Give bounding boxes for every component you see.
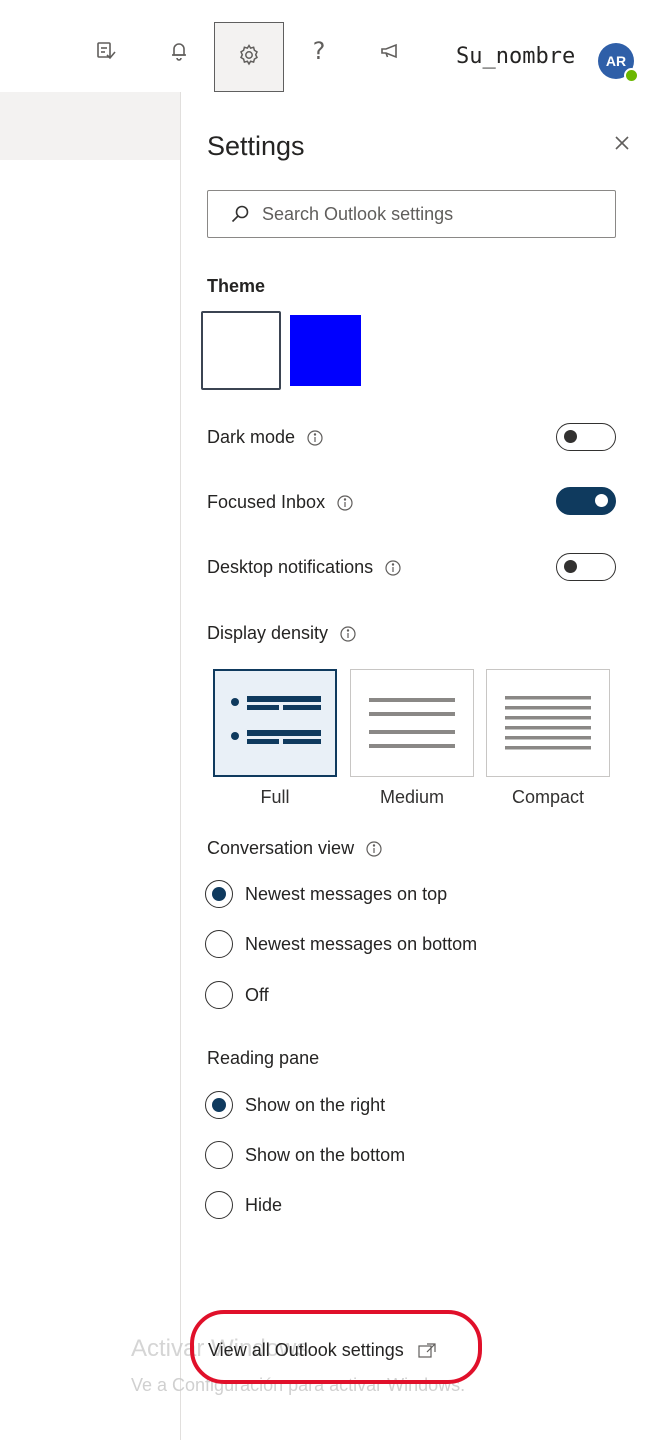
- focused-inbox-toggle[interactable]: [556, 487, 616, 515]
- density-label-medium: Medium: [379, 787, 445, 807]
- density-option-full[interactable]: [213, 669, 337, 777]
- radio-dot: [212, 887, 226, 901]
- radio-label: Hide: [245, 1194, 283, 1215]
- toggle-knob: [595, 494, 608, 507]
- settings-button[interactable]: [214, 22, 284, 92]
- avatar-initials: AR: [605, 53, 627, 69]
- radio-label: Show on the bottom: [245, 1144, 406, 1165]
- theme-label: Theme: [207, 276, 266, 296]
- panel-title: Settings: [207, 131, 305, 161]
- density-full-illustration: [231, 696, 321, 744]
- view-all-settings-label: View all Outlook settings: [208, 1340, 404, 1360]
- radio-show-right[interactable]: Show on the right: [205, 1091, 385, 1119]
- display-density-row: Display density: [207, 623, 356, 644]
- bell-icon[interactable]: [164, 36, 194, 66]
- radio-label: Off: [245, 984, 269, 1005]
- info-icon[interactable]: [385, 559, 401, 576]
- panel-divider: [180, 92, 181, 1440]
- conversation-view-row: Conversation view: [207, 838, 382, 859]
- density-medium-illustration: [369, 698, 455, 748]
- desktop-notifications-row: Desktop notifications: [207, 557, 401, 578]
- radio-label: Newest messages on top: [245, 883, 448, 904]
- megaphone-icon[interactable]: [376, 36, 406, 66]
- display-density-label: Display density: [207, 623, 329, 643]
- radio-button[interactable]: [205, 1191, 233, 1219]
- desktop-notifications-toggle[interactable]: [556, 553, 616, 581]
- density-label-compact: Compact: [511, 787, 585, 807]
- presence-indicator: [624, 68, 639, 83]
- conversation-view-label: Conversation view: [207, 838, 355, 858]
- radio-hide[interactable]: Hide: [205, 1191, 282, 1219]
- density-option-medium[interactable]: [350, 669, 474, 777]
- help-icon[interactable]: ?: [304, 36, 334, 66]
- density-option-compact[interactable]: [486, 669, 610, 777]
- windows-watermark-subtitle: Ve a Configuración para activar Windows.: [131, 1375, 466, 1395]
- search-box[interactable]: [207, 190, 616, 238]
- help-glyph: ?: [312, 37, 326, 65]
- desktop-notifications-label: Desktop notifications: [207, 557, 374, 577]
- density-compact-illustration: [505, 696, 591, 750]
- radio-newest-on-top[interactable]: Newest messages on top: [205, 880, 447, 908]
- theme-swatch-blue[interactable]: [290, 315, 361, 386]
- theme-swatch-white[interactable]: [201, 311, 281, 390]
- search-icon: [230, 203, 252, 225]
- close-button[interactable]: [607, 130, 637, 160]
- radio-conversation-off[interactable]: Off: [205, 981, 269, 1009]
- radio-button[interactable]: [205, 981, 233, 1009]
- info-icon[interactable]: [307, 429, 323, 446]
- toggle-knob: [564, 560, 577, 573]
- radio-button[interactable]: [205, 930, 233, 958]
- radio-show-bottom[interactable]: Show on the bottom: [205, 1141, 405, 1169]
- open-external-icon: [418, 1342, 436, 1358]
- view-all-settings-link[interactable]: View all Outlook settings: [208, 1340, 436, 1361]
- density-label-full: Full: [260, 787, 290, 807]
- top-bar: ? Su_nombre AR: [0, 0, 659, 92]
- radio-button[interactable]: [205, 880, 233, 908]
- left-content-strip: [0, 92, 180, 160]
- focused-inbox-row: Focused Inbox: [207, 492, 353, 513]
- info-icon[interactable]: [337, 494, 353, 511]
- gear-icon: [237, 43, 261, 72]
- radio-label: Newest messages on bottom: [245, 933, 478, 954]
- dark-mode-row: Dark mode: [207, 427, 323, 448]
- tasks-icon[interactable]: [91, 36, 121, 66]
- focused-inbox-label: Focused Inbox: [207, 492, 326, 512]
- user-name[interactable]: Su_nombre: [456, 44, 575, 69]
- info-icon[interactable]: [366, 840, 382, 857]
- dark-mode-toggle[interactable]: [556, 423, 616, 451]
- info-icon[interactable]: [340, 625, 356, 642]
- close-icon: [613, 134, 631, 157]
- reading-pane-label: Reading pane: [207, 1048, 320, 1068]
- radio-label: Show on the right: [245, 1094, 386, 1115]
- dark-mode-label: Dark mode: [207, 427, 296, 447]
- radio-newest-on-bottom[interactable]: Newest messages on bottom: [205, 930, 477, 958]
- search-input[interactable]: [260, 202, 604, 226]
- radio-button[interactable]: [205, 1141, 233, 1169]
- toggle-knob: [564, 430, 577, 443]
- radio-button[interactable]: [205, 1091, 233, 1119]
- radio-dot: [212, 1098, 226, 1112]
